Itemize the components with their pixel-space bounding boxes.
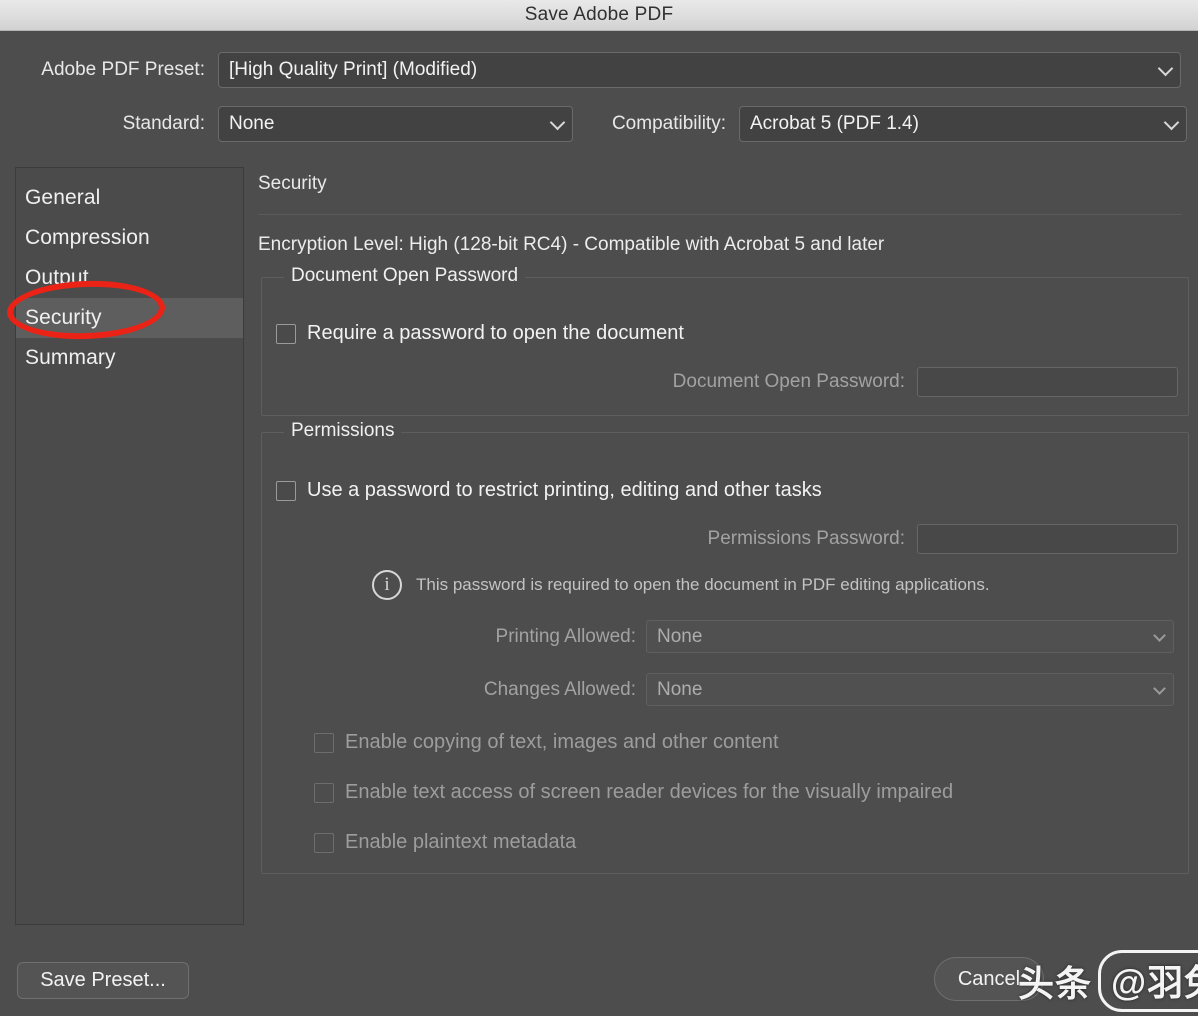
- permissions-legend: Permissions: [284, 420, 402, 442]
- standard-dropdown[interactable]: None: [218, 106, 573, 142]
- info-icon: i: [372, 570, 402, 600]
- save-preset-button-label: Save Preset...: [40, 969, 166, 991]
- chevron-down-icon: [1153, 681, 1166, 695]
- enable-screen-reader-checkbox-label: Enable text access of screen reader devi…: [345, 781, 954, 803]
- standard-value: None: [229, 113, 275, 134]
- adobe-pdf-preset-dropdown[interactable]: [High Quality Print] (Modified): [218, 52, 1181, 88]
- window-title-bar: Save Adobe PDF: [0, 0, 1198, 31]
- adobe-pdf-preset-value: [High Quality Print] (Modified): [229, 59, 478, 80]
- document-open-password-label: Document Open Password:: [672, 371, 905, 392]
- pane-title: Security: [258, 173, 327, 194]
- chevron-down-icon: [1163, 114, 1180, 131]
- sidebar-item-general[interactable]: General: [16, 178, 243, 218]
- changes-allowed-label: Changes Allowed:: [483, 678, 636, 700]
- sidebar-item-compression[interactable]: Compression: [16, 218, 243, 258]
- chevron-down-icon: [1153, 628, 1166, 642]
- cancel-button[interactable]: Cancel: [934, 957, 1044, 1001]
- document-open-password-field-row: Document Open Password:: [620, 367, 1178, 397]
- restrict-password-checkbox[interactable]: [276, 480, 296, 501]
- chevron-down-icon: [1157, 60, 1174, 77]
- cancel-button-label: Cancel: [957, 967, 1021, 990]
- sidebar-item-summary[interactable]: Summary: [16, 338, 243, 378]
- changes-allowed-dropdown[interactable]: None: [646, 673, 1174, 706]
- enable-copying-checkbox-label: Enable copying of text, images and other…: [345, 731, 779, 753]
- enable-plaintext-metadata-checkbox[interactable]: [314, 832, 334, 853]
- sidebar-item-label: General: [25, 186, 101, 209]
- settings-category-sidebar: General Compression Output Security Summ…: [15, 167, 244, 925]
- changes-allowed-row: Changes Allowed: None: [455, 673, 1174, 706]
- permissions-password-label: Permissions Password:: [707, 528, 905, 549]
- printing-allowed-row: Printing Allowed: None: [468, 620, 1174, 653]
- enable-copying-checkbox-row[interactable]: Enable copying of text, images and other…: [314, 731, 779, 754]
- permissions-password-input[interactable]: [917, 524, 1178, 554]
- printing-allowed-value: None: [657, 625, 703, 647]
- require-password-checkbox-label: Require a password to open the document: [307, 322, 684, 344]
- changes-allowed-value: None: [657, 678, 703, 700]
- printing-allowed-dropdown[interactable]: None: [646, 620, 1174, 653]
- printing-allowed-label: Printing Allowed:: [495, 625, 636, 647]
- permissions-info-text: This password is required to open the do…: [416, 575, 990, 594]
- watermark: 头条 @羽兔网: [1018, 950, 1198, 1012]
- watermark-handle: @羽兔网: [1098, 950, 1198, 1012]
- require-password-checkbox-row[interactable]: Require a password to open the document: [276, 322, 684, 345]
- require-password-checkbox[interactable]: [276, 323, 296, 344]
- pane-divider: [258, 214, 1182, 215]
- window-title: Save Adobe PDF: [524, 4, 674, 25]
- enable-screen-reader-checkbox[interactable]: [314, 782, 334, 803]
- enable-screen-reader-checkbox-row[interactable]: Enable text access of screen reader devi…: [314, 781, 953, 804]
- sidebar-item-label: Output: [25, 266, 89, 289]
- sidebar-item-label: Compression: [25, 226, 150, 249]
- compatibility-row: Compatibility: Acrobat 5 (PDF 1.4): [584, 106, 1187, 142]
- save-preset-button[interactable]: Save Preset...: [17, 962, 189, 999]
- permissions-password-field-row: Permissions Password:: [663, 524, 1178, 554]
- enable-plaintext-metadata-checkbox-label: Enable plaintext metadata: [345, 831, 577, 853]
- sidebar-item-label: Summary: [25, 346, 116, 369]
- compatibility-label: Compatibility:: [611, 113, 726, 134]
- enable-copying-checkbox[interactable]: [314, 732, 334, 753]
- standard-label: Standard:: [122, 113, 205, 134]
- document-open-password-input[interactable]: [917, 367, 1178, 397]
- sidebar-item-security[interactable]: Security: [16, 298, 243, 338]
- sidebar-item-label: Security: [25, 306, 102, 329]
- document-open-password-legend: Document Open Password: [284, 265, 526, 287]
- compatibility-dropdown[interactable]: Acrobat 5 (PDF 1.4): [739, 106, 1187, 142]
- compatibility-value: Acrobat 5 (PDF 1.4): [750, 113, 919, 134]
- standard-row: Standard: None: [0, 106, 573, 142]
- sidebar-item-output[interactable]: Output: [16, 258, 243, 298]
- encryption-level-text: Encryption Level: High (128-bit RC4) - C…: [258, 234, 885, 255]
- permissions-info-note: i This password is required to open the …: [372, 570, 990, 600]
- enable-plaintext-metadata-checkbox-row[interactable]: Enable plaintext metadata: [314, 831, 576, 854]
- restrict-password-checkbox-row[interactable]: Use a password to restrict printing, edi…: [276, 479, 822, 502]
- restrict-password-checkbox-label: Use a password to restrict printing, edi…: [307, 479, 822, 501]
- adobe-pdf-preset-row: Adobe PDF Preset: [High Quality Print] (…: [0, 52, 1190, 88]
- adobe-pdf-preset-label: Adobe PDF Preset:: [41, 59, 205, 80]
- chevron-down-icon: [549, 114, 566, 131]
